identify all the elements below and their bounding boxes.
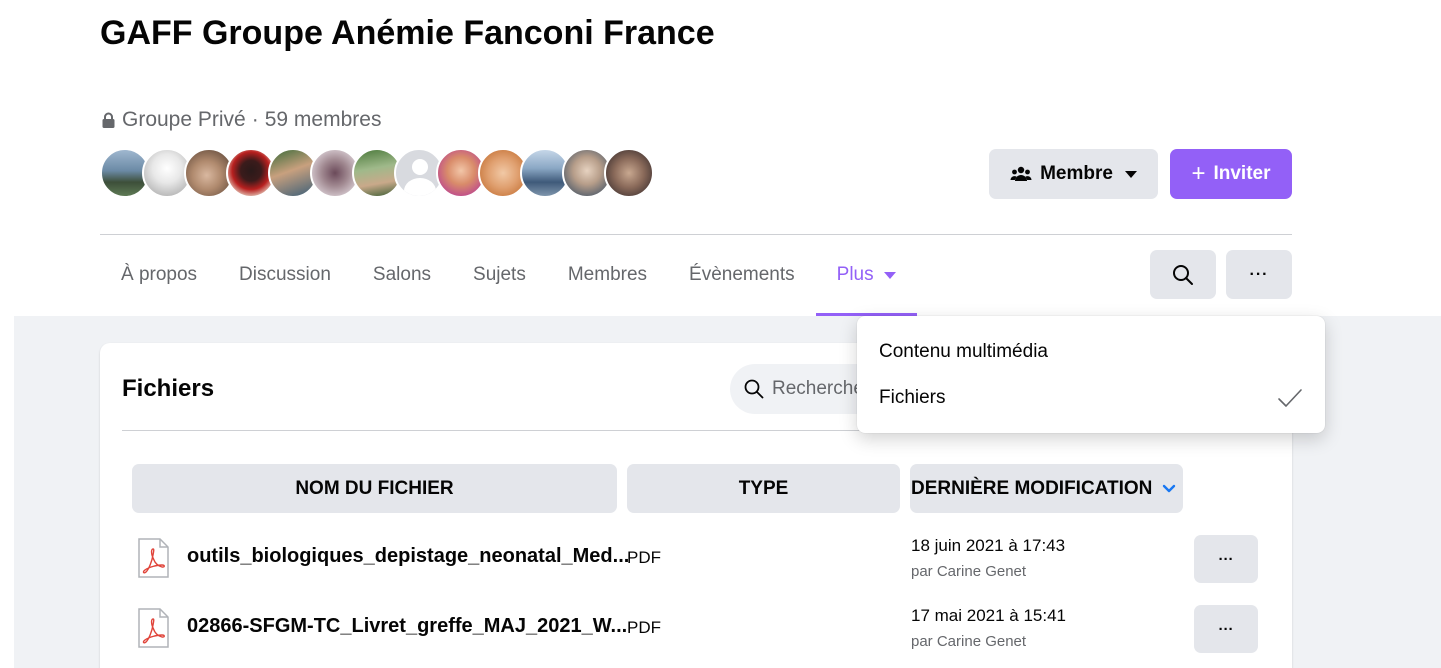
tab-evenements[interactable]: Évènements — [668, 250, 816, 300]
group-tabs: À propos Discussion Salons Sujets Membre… — [100, 250, 917, 316]
files-title: Fichiers — [122, 375, 215, 402]
group-privacy[interactable]: Groupe Privé — [122, 108, 246, 132]
file-author: par Carine Genet — [911, 563, 1027, 580]
tab-salons[interactable]: Salons — [352, 250, 452, 300]
group-search-button[interactable] — [1150, 250, 1216, 299]
tab-label: Sujets — [473, 264, 526, 285]
row-more-button[interactable]: ··· — [1194, 535, 1258, 583]
file-type: PDF — [627, 548, 661, 567]
group-title: GAFF Groupe Anémie Fanconi France — [100, 14, 715, 52]
plus-icon: + — [1191, 160, 1206, 187]
menu-item-label: Fichiers — [879, 387, 946, 408]
header-divider — [100, 234, 1292, 235]
search-icon — [744, 379, 764, 399]
column-header-modified-label: DERNIÈRE MODIFICATION — [911, 477, 1153, 499]
menu-item-contenu-multimedia[interactable]: Contenu multimédia — [857, 329, 1325, 375]
group-header: GAFF Groupe Anémie Fanconi France Groupe… — [0, 0, 1441, 316]
group-member-count[interactable]: 59 membres — [265, 108, 382, 132]
pdf-file-icon — [138, 538, 169, 578]
file-type: PDF — [627, 618, 661, 637]
more-icon: ··· — [1218, 620, 1234, 638]
checkmark-icon — [1278, 389, 1302, 407]
tab-label: Discussion — [239, 264, 331, 285]
table-row[interactable]: outils_biologiques_depistage_neonatal_Me… — [132, 528, 1260, 588]
tab-label: Salons — [372, 264, 432, 285]
chevron-down-icon — [1124, 170, 1137, 178]
menu-item-label: Contenu multimédia — [879, 341, 1048, 362]
invite-button[interactable]: + Inviter — [1170, 149, 1292, 199]
tab-label: Membres — [567, 264, 648, 285]
tab-label: Plus — [836, 264, 874, 285]
member-button[interactable]: Membre — [989, 149, 1158, 199]
tab-plus[interactable]: Plus — [815, 250, 917, 316]
table-row[interactable]: 02866-SFGM-TC_Livret_greffe_MAJ_2021_W..… — [132, 598, 1260, 658]
pdf-file-icon — [138, 608, 169, 648]
column-header-type[interactable]: TYPE — [627, 464, 900, 513]
file-name[interactable]: 02866-SFGM-TC_Livret_greffe_MAJ_2021_W..… — [187, 615, 627, 638]
search-icon — [1173, 264, 1193, 285]
member-avatars[interactable] — [100, 148, 654, 198]
tab-label: Évènements — [689, 264, 795, 285]
column-header-modified[interactable]: DERNIÈRE MODIFICATION — [910, 464, 1183, 513]
file-author: par Carine Genet — [911, 633, 1027, 650]
file-date: 18 juin 2021 à 17:43 — [911, 536, 1066, 555]
file-name[interactable]: outils_biologiques_depistage_neonatal_Me… — [187, 545, 629, 568]
members-icon — [1010, 166, 1032, 181]
tab-discussion[interactable]: Discussion — [218, 250, 352, 300]
more-icon: ··· — [1218, 550, 1234, 568]
plus-dropdown-menu: Contenu multimédia Fichiers — [857, 316, 1325, 433]
avatar[interactable] — [604, 148, 654, 198]
column-header-name[interactable]: NOM DU FICHIER — [132, 464, 617, 513]
lock-icon — [102, 112, 115, 128]
invite-button-label: Inviter — [1213, 163, 1271, 184]
tab-membres[interactable]: Membres — [547, 250, 668, 300]
more-icon: ··· — [1249, 265, 1269, 283]
menu-item-fichiers[interactable]: Fichiers — [857, 375, 1325, 421]
chevron-down-icon — [1163, 484, 1176, 492]
group-more-button[interactable]: ··· — [1226, 250, 1292, 299]
chevron-down-icon — [883, 271, 896, 279]
meta-separator: · — [251, 108, 259, 131]
tab-a-propos[interactable]: À propos — [100, 250, 218, 300]
tab-sujets[interactable]: Sujets — [452, 250, 547, 300]
group-meta: Groupe Privé · 59 membres — [101, 108, 381, 132]
row-more-button[interactable]: ··· — [1194, 605, 1258, 653]
member-button-label: Membre — [1040, 163, 1113, 184]
file-date: 17 mai 2021 à 15:41 — [911, 606, 1067, 625]
tab-label: À propos — [121, 264, 198, 285]
